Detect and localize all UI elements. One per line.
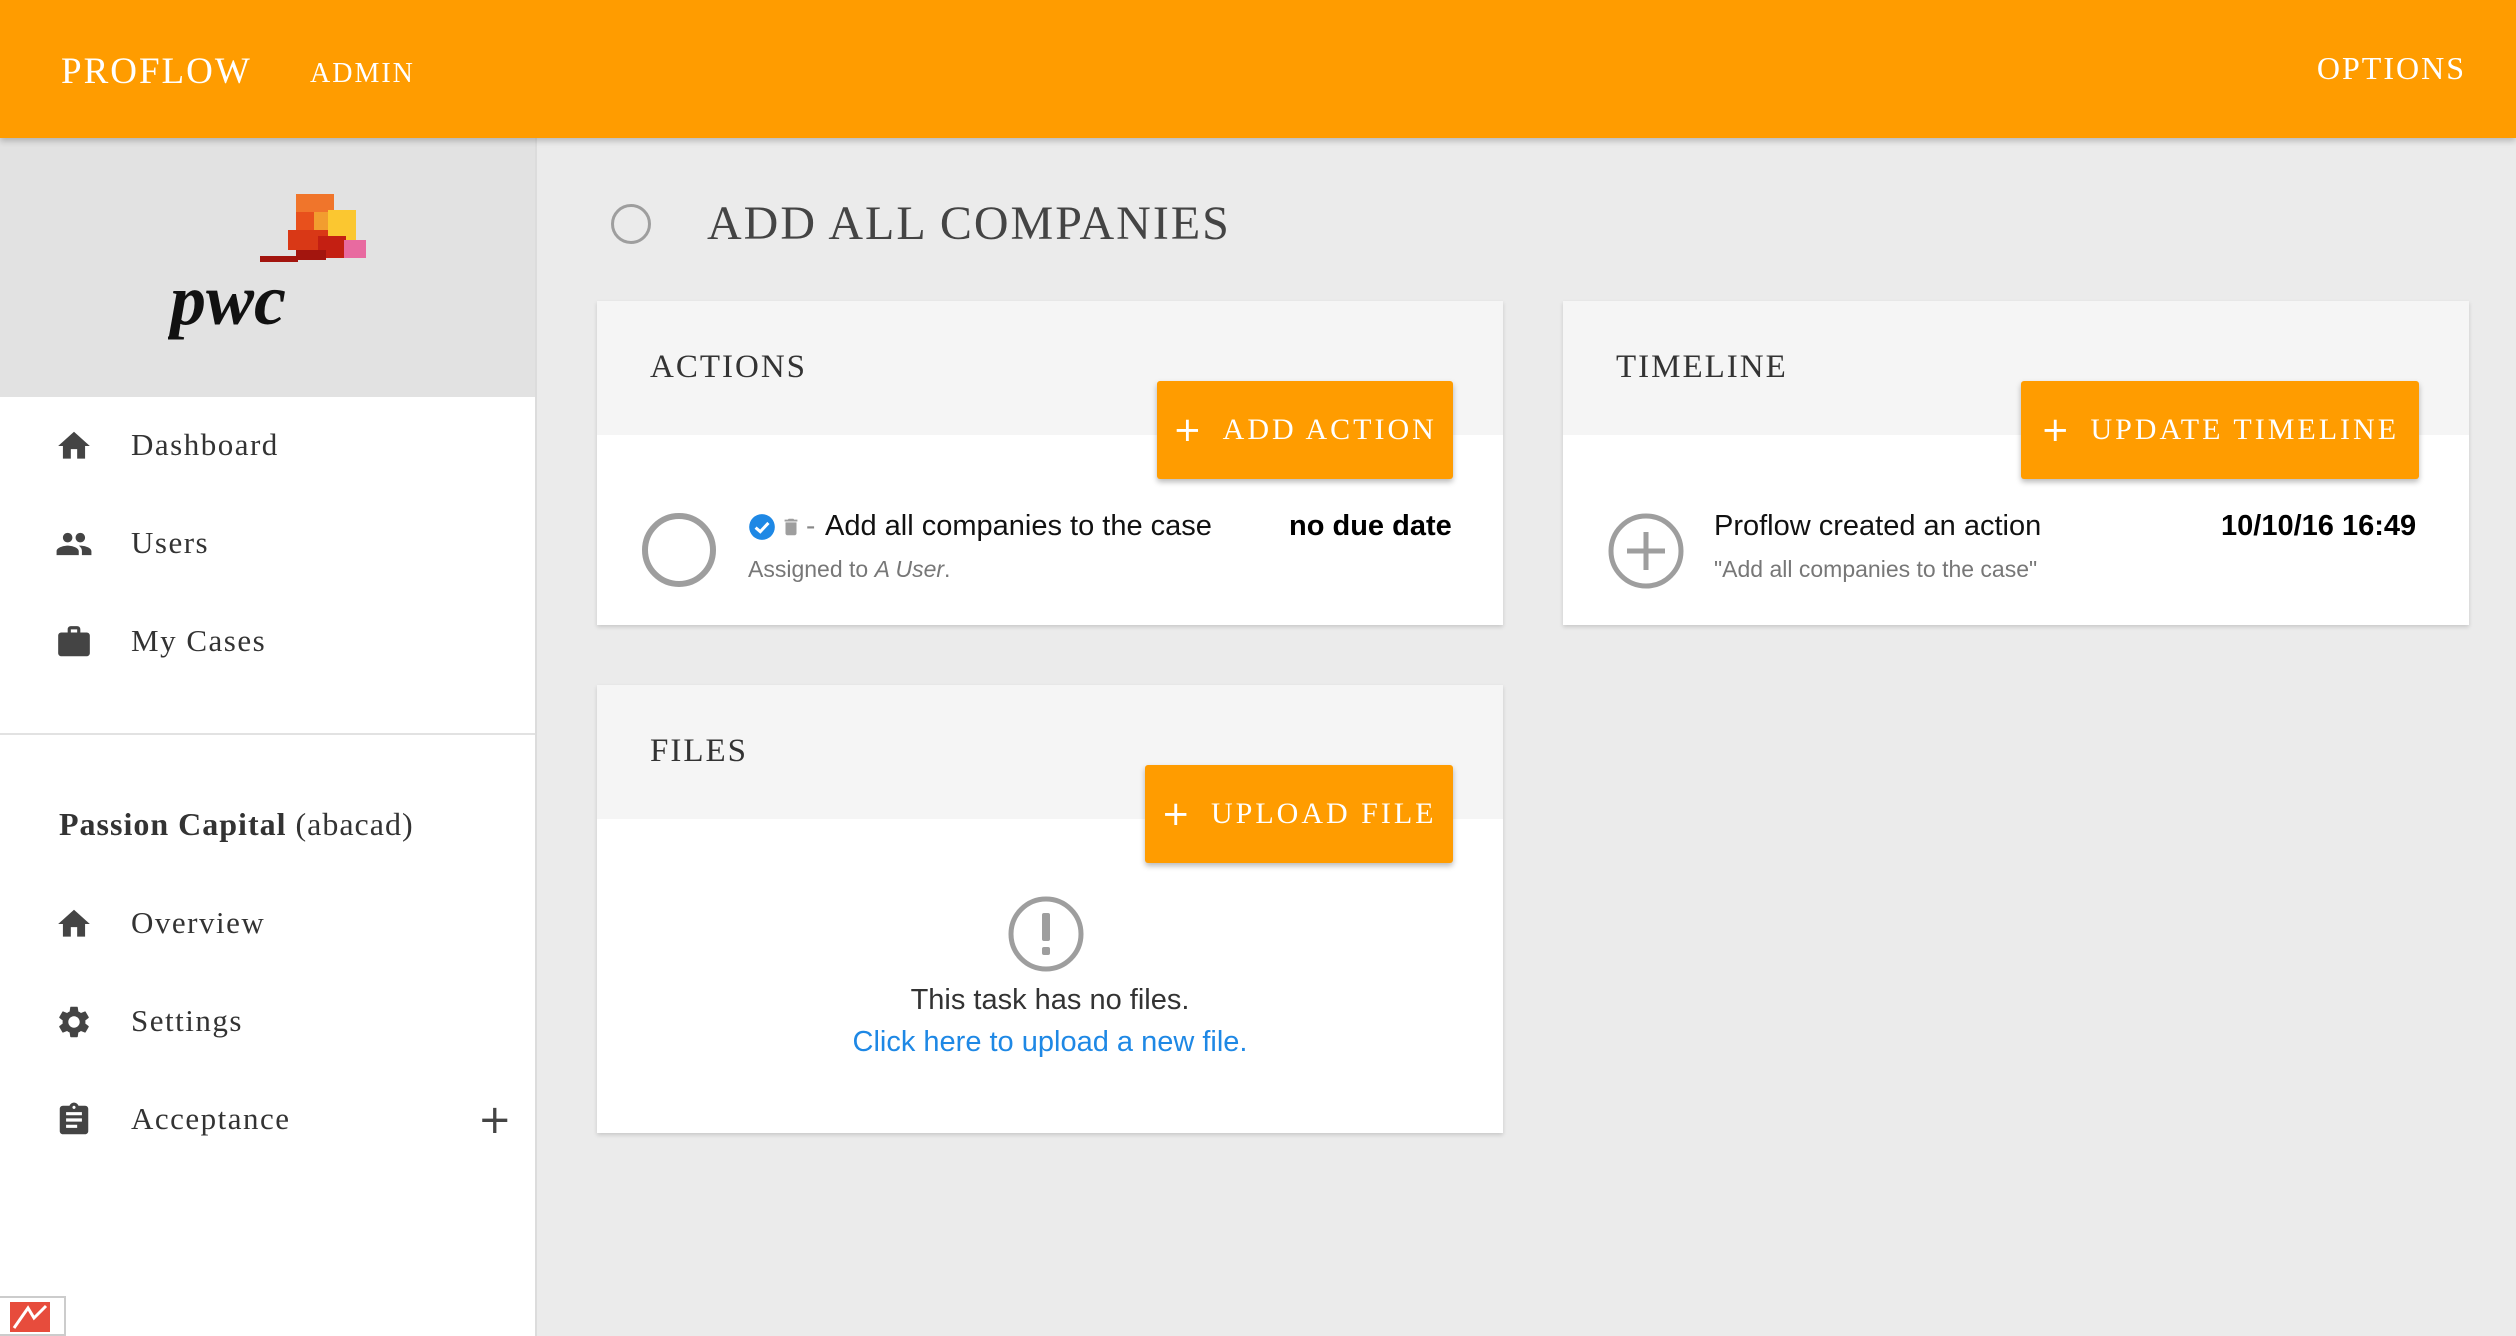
sidebar-item-my-cases[interactable]: My Cases	[0, 601, 535, 681]
gear-icon	[59, 1006, 89, 1038]
pwc-logo: pwc	[168, 194, 366, 340]
home-icon	[58, 431, 90, 459]
upload-file-button[interactable]: + UPLOAD FILE	[1145, 765, 1453, 863]
upload-file-label: UPLOAD FILE	[1211, 797, 1437, 830]
sidebar-item-label: Settings	[131, 1003, 243, 1038]
assigned-user: A User	[874, 556, 945, 582]
sidebar-divider	[0, 733, 535, 735]
case-code: (abacad)	[295, 806, 414, 842]
admin-link[interactable]: ADMIN	[310, 58, 415, 90]
users-icon	[56, 532, 92, 556]
actions-title: ACTIONS	[650, 349, 808, 385]
options-menu[interactable]: OPTIONS	[2317, 50, 2466, 87]
update-timeline-label: UPDATE TIMELINE	[2090, 413, 2400, 446]
home-icon	[58, 909, 90, 937]
timeline-entry-text: Proflow created an action	[1714, 510, 2042, 542]
add-action-button[interactable]: + ADD ACTION	[1157, 381, 1453, 479]
sidebar: pwc Dashboard Users My Cases Passion Cap…	[0, 138, 537, 1336]
case-title[interactable]: Passion Capital (abacad)	[59, 806, 414, 843]
sidebar-item-label: Overview	[131, 905, 266, 940]
logo-text: pwc	[168, 260, 286, 340]
timeline-entry-detail: "Add all companies to the case"	[1714, 556, 2038, 582]
timeline-entry-date: 10/10/16 16:49	[2221, 510, 2417, 542]
assigned-suffix: .	[944, 556, 951, 582]
action-due-date: no due date	[1289, 510, 1452, 542]
case-name: Passion Capital	[59, 806, 287, 842]
plus-icon: +	[1161, 794, 1193, 834]
corner-app-icon[interactable]	[0, 1296, 66, 1336]
sidebar-item-label: Dashboard	[131, 427, 279, 462]
sidebar-item-label: Users	[131, 525, 210, 560]
sidebar-item-label: My Cases	[131, 623, 267, 658]
files-title: FILES	[650, 733, 749, 769]
clipboard-icon	[59, 1102, 89, 1135]
action-complete-toggle[interactable]	[642, 513, 716, 587]
plus-icon: +	[2040, 410, 2073, 450]
separator-dash: -	[806, 510, 816, 541]
add-circle-icon	[1608, 513, 1684, 589]
sidebar-item-settings[interactable]: Settings	[0, 981, 535, 1061]
top-navbar: PROFLOW ADMIN OPTIONS	[0, 0, 2516, 138]
sidebar-item-users[interactable]: Users	[0, 503, 535, 583]
app-icon	[10, 1302, 50, 1332]
expand-icon[interactable]: +	[478, 1097, 512, 1143]
brand-link[interactable]: PROFLOW	[61, 50, 252, 93]
task-complete-toggle[interactable]	[611, 204, 651, 244]
plus-icon: +	[1173, 410, 1205, 450]
logo-area: pwc	[0, 138, 535, 397]
sidebar-item-overview[interactable]: Overview	[0, 883, 535, 963]
action-assignee: Assigned to A User.	[748, 556, 950, 583]
page-title: ADD ALL COMPANIES	[707, 197, 1231, 250]
upload-file-link[interactable]: Click here to upload a new file.	[600, 1026, 1500, 1059]
trash-icon[interactable]	[780, 513, 802, 541]
update-timeline-button[interactable]: + UPDATE TIMELINE	[2021, 381, 2419, 479]
timeline-title: TIMELINE	[1616, 349, 1788, 385]
sidebar-item-label: Acceptance	[131, 1101, 291, 1136]
sidebar-item-dashboard[interactable]: Dashboard	[0, 405, 535, 485]
add-action-label: ADD ACTION	[1222, 413, 1437, 446]
empty-files-text: This task has no files.	[910, 984, 1190, 1016]
alert-icon	[1008, 896, 1084, 972]
verified-icon[interactable]	[748, 513, 776, 541]
action-text: Add all companies to the case	[825, 510, 1212, 542]
briefcase-icon	[58, 626, 90, 657]
sidebar-item-acceptance[interactable]: Acceptance +	[0, 1079, 535, 1159]
assigned-prefix: Assigned to	[748, 556, 869, 582]
